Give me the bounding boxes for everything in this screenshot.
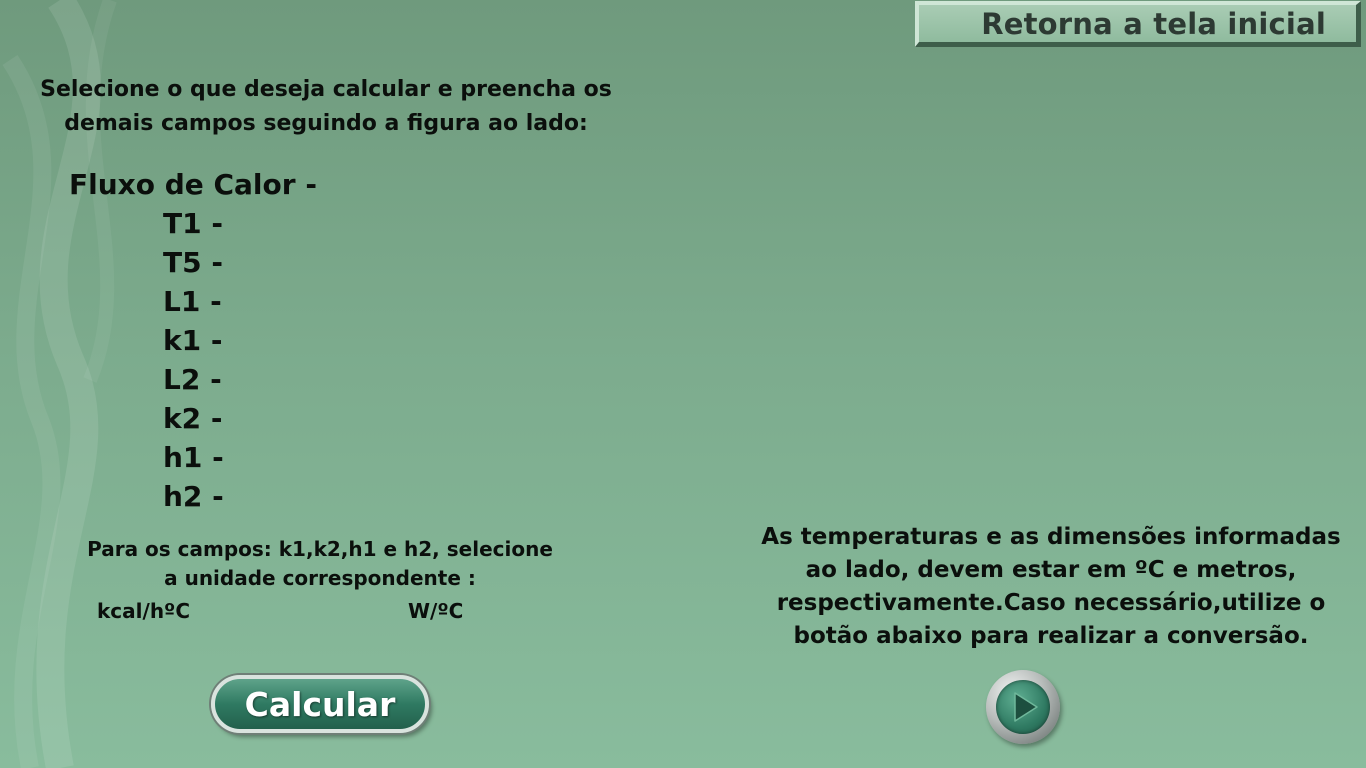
field-l2[interactable]: L2 -: [163, 363, 222, 397]
calculate-button[interactable]: Calcular: [211, 675, 429, 733]
info-line-2: ao lado, devem estar em ºC e metros,: [805, 557, 1297, 583]
conversion-button[interactable]: [986, 670, 1060, 744]
info-line-3: respectivamente.Caso necessário,utilize …: [776, 590, 1326, 616]
return-home-button[interactable]: Retorna a tela inicial: [915, 1, 1361, 47]
field-t5[interactable]: T5 -: [163, 246, 223, 280]
field-k2[interactable]: k2 -: [163, 402, 222, 436]
unit-option-kcal[interactable]: kcal/hºC: [97, 598, 190, 624]
instruction-line-1: Selecione o que deseja calcular e preenc…: [40, 77, 612, 102]
field-heat-flux[interactable]: Fluxo de Calor -: [69, 168, 317, 202]
field-t1[interactable]: T1 -: [163, 207, 223, 241]
conversion-button-face: [996, 680, 1050, 734]
units-note-line-1: Para os campos: k1,k2,h1 e h2, selecione: [87, 537, 553, 561]
field-l1[interactable]: L1 -: [163, 285, 222, 319]
unit-option-watt[interactable]: W/ºC: [408, 598, 463, 624]
instruction-text: Selecione o que deseja calcular e preenc…: [0, 73, 652, 141]
units-note: Para os campos: k1,k2,h1 e h2, selecione…: [40, 535, 600, 593]
info-line-1: As temperaturas e as dimensões informada…: [761, 524, 1341, 550]
field-h1[interactable]: h1 -: [163, 441, 224, 475]
field-h2[interactable]: h2 -: [163, 480, 224, 514]
play-icon: [1014, 692, 1038, 722]
return-home-label: Retorna a tela inicial: [981, 6, 1326, 41]
units-note-line-2: a unidade correspondente :: [164, 566, 476, 590]
conversion-info-text: As temperaturas e as dimensões informada…: [738, 521, 1364, 653]
calculate-button-label: Calcular: [244, 684, 396, 724]
instruction-line-2: demais campos seguindo a figura ao lado:: [64, 111, 588, 136]
info-line-4: botão abaixo para realizar a conversão.: [793, 623, 1309, 649]
field-k1[interactable]: k1 -: [163, 324, 222, 358]
